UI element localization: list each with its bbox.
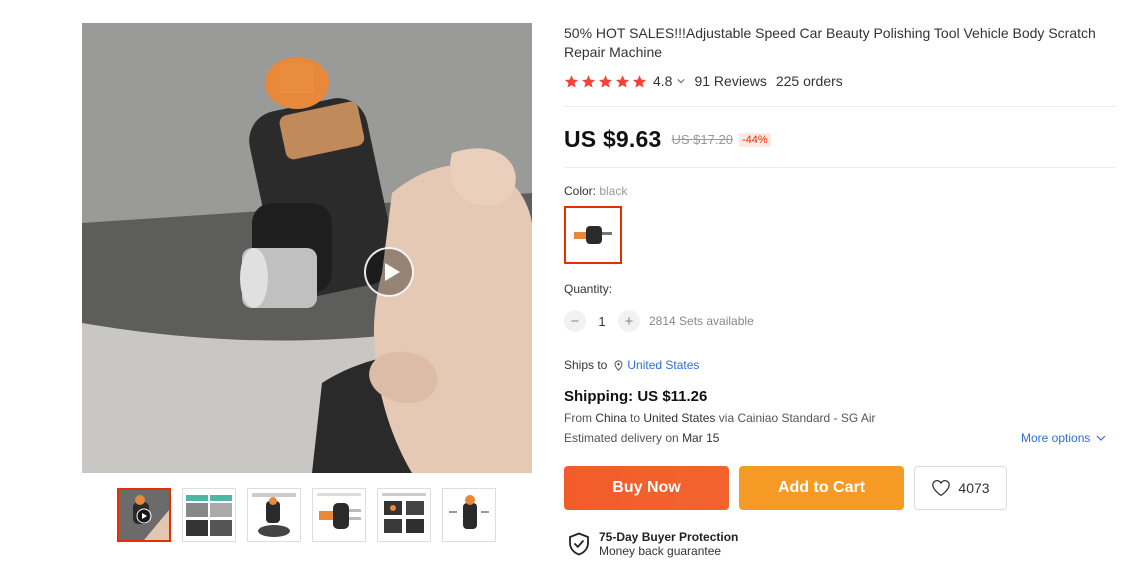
thumbnail-6[interactable]: [442, 488, 496, 542]
reviews-link[interactable]: 91 Reviews: [694, 73, 766, 89]
chevron-down-icon[interactable]: [677, 77, 686, 85]
add-to-cart-button[interactable]: Add to Cart: [739, 466, 904, 510]
buy-now-button[interactable]: Buy Now: [564, 466, 729, 510]
shipping-cost: Shipping: US $11.26: [564, 388, 708, 405]
play-video-button[interactable]: [364, 247, 414, 297]
to-country: United States: [643, 411, 716, 425]
wishlist-button[interactable]: 4073: [914, 466, 1007, 510]
original-price: US $17.20: [671, 132, 733, 147]
more-options-label: More options: [1021, 431, 1091, 445]
stock-available: 2814 Sets available: [649, 314, 754, 328]
shield-check-icon: [569, 532, 589, 556]
color-label: Color: black: [564, 184, 627, 198]
ships-to-label: Ships to: [564, 358, 608, 372]
product-photo: [82, 23, 532, 473]
star-icon: [564, 74, 579, 88]
price-row: US $9.63 US $17.20 -44%: [564, 126, 771, 153]
color-swatch-black[interactable]: [564, 206, 622, 264]
thumbnail-3[interactable]: [247, 488, 301, 542]
swatch-image: [566, 208, 620, 262]
destination-link[interactable]: United States: [627, 358, 699, 372]
to-word: to: [626, 411, 644, 425]
quantity-increase-button[interactable]: +: [618, 310, 640, 332]
shipping-method: via Cainiao Standard - SG Air: [715, 411, 876, 425]
protection-subtitle: Money back guarantee: [599, 544, 722, 558]
product-title: 50% HOT SALES!!!Adjustable Speed Car Bea…: [564, 25, 1096, 60]
location-pin-icon: [614, 359, 623, 371]
star-icon: [632, 74, 647, 88]
quantity-decrease-button[interactable]: −: [564, 310, 586, 332]
star-icon: [581, 74, 596, 88]
ships-to-row: Ships to United States: [564, 358, 699, 372]
thumbnail-5[interactable]: [377, 488, 431, 542]
rating-value[interactable]: 4.8: [653, 73, 672, 89]
estimated-delivery: Estimated delivery on Mar 15: [564, 431, 719, 445]
from-prefix: From: [564, 411, 596, 425]
quantity-input[interactable]: 1: [586, 314, 618, 329]
thumbnail-1[interactable]: [117, 488, 171, 542]
divider: [564, 106, 1116, 107]
color-label-text: Color:: [564, 184, 600, 198]
discount-badge: -44%: [738, 132, 771, 147]
chevron-down-icon: [1096, 435, 1106, 441]
from-country: China: [595, 411, 627, 425]
eta-prefix: Estimated delivery on: [564, 431, 683, 445]
eta-date: Mar 15: [682, 431, 720, 445]
current-price: US $9.63: [564, 126, 662, 152]
shipping-route: From China to United States via Cainiao …: [564, 411, 876, 425]
wishlist-count: 4073: [958, 480, 990, 496]
star-icon: [615, 74, 630, 88]
play-icon: [385, 263, 400, 281]
heart-icon: [932, 479, 951, 497]
more-options-link[interactable]: More options: [1021, 431, 1106, 445]
color-selected-value: black: [599, 184, 628, 198]
buyer-protection[interactable]: 75-Day Buyer Protection Money back guara…: [568, 530, 738, 558]
orders-count: 225 orders: [775, 73, 843, 89]
star-rating: [564, 74, 647, 89]
star-icon: [598, 74, 613, 88]
divider: [564, 167, 1116, 168]
quantity-stepper: − 1 + 2814 Sets available: [564, 310, 754, 332]
quantity-label: Quantity:: [564, 282, 613, 296]
thumbnail-4[interactable]: [312, 488, 366, 542]
thumbnail-2[interactable]: [182, 488, 236, 542]
thumbnail-strip: [117, 488, 496, 542]
protection-title: 75-Day Buyer Protection: [599, 530, 739, 544]
main-product-image[interactable]: [82, 23, 532, 473]
rating-row: 4.8 91 Reviews 225 orders: [564, 73, 843, 89]
